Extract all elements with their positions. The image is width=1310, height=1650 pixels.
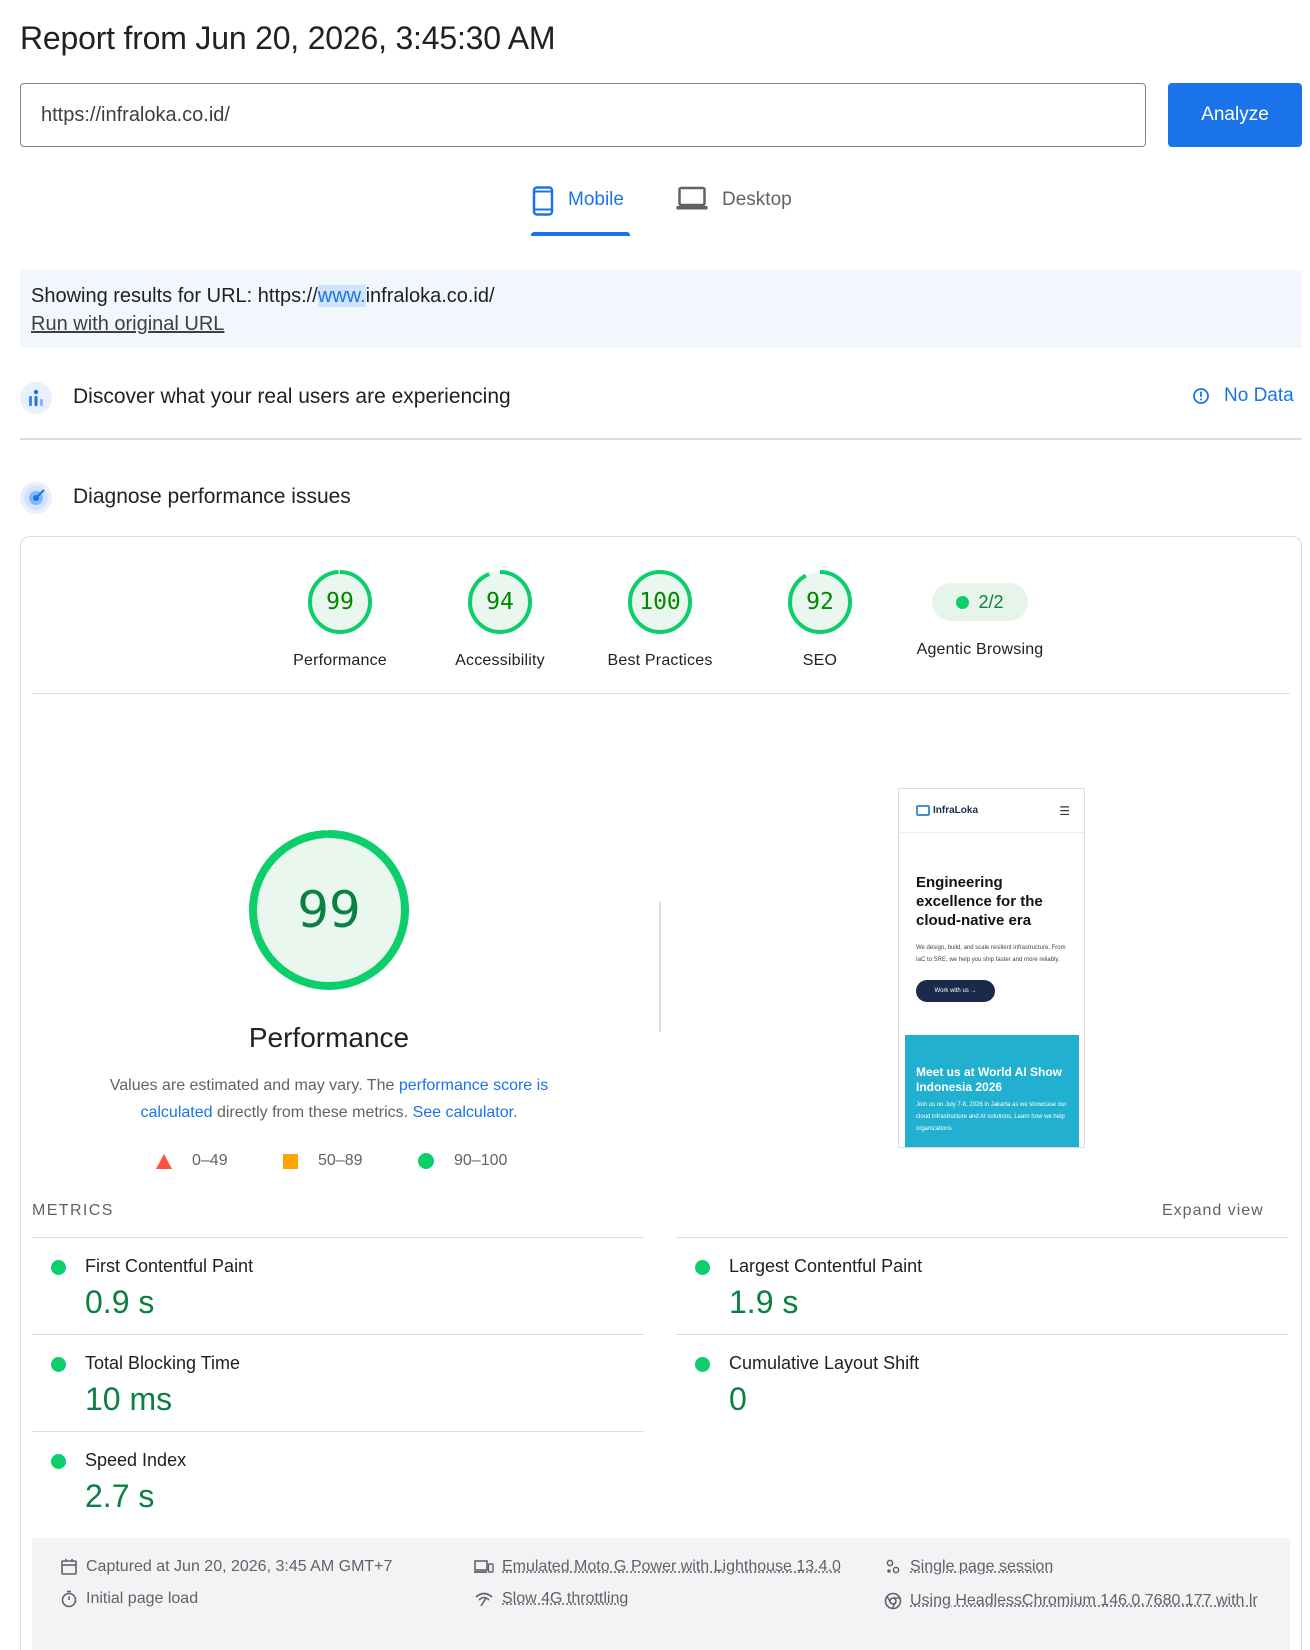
active-tab-indicator — [531, 232, 630, 236]
tab-mobile[interactable]: Mobile — [532, 186, 630, 236]
square-icon — [283, 1153, 298, 1169]
pass-dot-icon — [695, 1260, 710, 1275]
url-highlight: www. — [317, 285, 366, 307]
screenshot-promo: Meet us at World AI Show Indonesia 2026 … — [905, 1035, 1079, 1147]
metric-si: Speed Index 2.7 s — [32, 1432, 644, 1528]
laptop-icon — [676, 186, 708, 210]
metric-lcp: Largest Contentful Paint 1.9 s — [676, 1238, 1288, 1334]
runtime-throttling[interactable]: Slow 4G throttling — [474, 1586, 628, 1612]
score-gauge-accessibility[interactable]: 94 Accessibility — [420, 568, 580, 670]
stopwatch-icon — [61, 1590, 77, 1608]
signal-icon — [475, 1592, 493, 1607]
runtime-device[interactable]: Emulated Moto G Power with Lighthouse 13… — [474, 1554, 841, 1580]
metric-value: 2.7 s — [85, 1478, 155, 1514]
field-data-title: Discover what your real users are experi… — [73, 385, 511, 408]
url-input-value: https://infraloka.co.id/ — [41, 103, 230, 126]
metric-tbt: Total Blocking Time 10 ms — [32, 1335, 644, 1431]
calendar-icon — [61, 1559, 77, 1575]
metric-name: First Contentful Paint — [85, 1256, 254, 1276]
analyze-button[interactable]: Analyze — [1168, 83, 1302, 147]
metric-fcp: First Contentful Paint 0.9 s — [32, 1238, 644, 1334]
runtime-session[interactable]: Single page session — [884, 1554, 1053, 1580]
screenshot-headline: Engineering excellence for the cloud-nat… — [916, 874, 1043, 929]
gauges-divider — [32, 693, 1290, 694]
agentic-pill: 2/2 — [932, 583, 1028, 621]
metric-name: Speed Index — [85, 1450, 187, 1470]
expand-view-toggle[interactable]: Expand view — [1162, 1202, 1264, 1220]
vertical-divider — [659, 902, 661, 1032]
screenshot-cta: Work with us → — [916, 980, 995, 1002]
performance-description: Values are estimated and may vary. The p… — [109, 1077, 549, 1121]
gauge-label: Best Practices — [607, 652, 713, 669]
section-divider — [20, 438, 1302, 440]
diagnose-icon — [20, 482, 52, 514]
banner-text: Showing results for URL: https://www.inf… — [31, 285, 495, 307]
devices-icon — [474, 1560, 494, 1573]
gauge-label: Accessibility — [455, 652, 545, 669]
see-calculator-link[interactable]: See calculator — [413, 1104, 514, 1121]
screenshot-hero: Engineering excellence for the cloud-nat… — [899, 833, 1084, 1002]
runtime-load: Initial page load — [60, 1586, 198, 1612]
gauge-label: Agentic Browsing — [916, 641, 1044, 658]
page-title: Report from Jun 20, 2026, 3:45:30 AM — [20, 20, 556, 56]
legend-fail: 0–49 — [156, 1152, 228, 1170]
score-gauge-agentic-browsing[interactable]: 2/2 Agentic Browsing — [900, 568, 1060, 659]
score-gauge-seo[interactable]: 92 SEO — [740, 568, 900, 670]
gauge-score: 94 — [486, 589, 514, 615]
runtime-captured: Captured at Jun 20, 2026, 3:45 AM GMT+7 — [60, 1554, 392, 1580]
triangle-icon — [156, 1153, 172, 1169]
tab-desktop[interactable]: Desktop — [676, 186, 792, 236]
tab-mobile-label: Mobile — [568, 189, 624, 210]
pass-dot-icon — [51, 1357, 66, 1372]
logo-mark-icon — [916, 805, 930, 816]
metric-name: Cumulative Layout Shift — [729, 1353, 920, 1373]
runtime-settings: Captured at Jun 20, 2026, 3:45 AM GMT+7 … — [32, 1538, 1290, 1650]
gauge-score: 100 — [639, 589, 681, 615]
info-icon — [1193, 388, 1209, 404]
runtime-browser[interactable]: Using HeadlessChromium 146.0.7680.177 wi… — [884, 1586, 1264, 1616]
screenshot-promo-text: Join us on July 7-8, 2026 in Jakarta as … — [916, 1102, 1067, 1132]
metric-value: 10 ms — [85, 1381, 173, 1417]
legend-pass: 90–100 — [418, 1152, 507, 1170]
metric-name: Total Blocking Time — [85, 1353, 241, 1373]
screenshot-logo: InfraLoka — [916, 805, 978, 816]
url-input[interactable]: https://infraloka.co.id/ — [20, 83, 1146, 147]
people-icon — [886, 1559, 900, 1574]
screenshot-promo-title: Meet us at World AI Show Indonesia 2026 — [916, 1065, 1063, 1094]
gauge-score: 92 — [806, 589, 834, 615]
chrome-icon — [884, 1592, 902, 1610]
score-gauge-best-practices[interactable]: 100 Best Practices — [580, 568, 740, 670]
gauge-label: SEO — [802, 652, 838, 669]
no-data-indicator[interactable]: No Data — [1192, 385, 1294, 407]
metric-value: 1.9 s — [729, 1284, 799, 1320]
screenshot-topbar: InfraLoka ☰ — [899, 789, 1084, 833]
metric-cls: Cumulative Layout Shift 0 — [676, 1335, 1288, 1431]
diagnose-title: Diagnose performance issues — [73, 485, 351, 508]
legend-average: 50–89 — [283, 1152, 363, 1170]
redirect-banner: Showing results for URL: https://www.inf… — [20, 270, 1302, 348]
run-original-url-link[interactable]: Run with original URL — [31, 313, 224, 335]
metrics-header: METRICS — [32, 1202, 114, 1219]
hamburger-menu-icon: ☰ — [1059, 803, 1070, 818]
score-gauge-performance[interactable]: 99 Performance — [260, 568, 420, 670]
performance-title: Performance — [248, 1022, 410, 1053]
metric-value: 0 — [729, 1381, 747, 1417]
no-data-label: No Data — [1224, 385, 1294, 406]
metric-value: 0.9 s — [85, 1284, 155, 1320]
final-screenshot[interactable]: InfraLoka ☰ Engineering excellence for t… — [898, 788, 1085, 1148]
performance-big-score: 99 — [297, 881, 361, 939]
pass-dot-icon — [956, 595, 970, 609]
circle-icon — [418, 1153, 434, 1169]
gauge-label: Performance — [293, 652, 387, 669]
pass-dot-icon — [51, 1454, 66, 1469]
field-data-icon — [20, 382, 52, 414]
metric-name: Largest Contentful Paint — [729, 1256, 923, 1276]
gauge-score: 99 — [326, 589, 354, 615]
agentic-value: 2/2 — [978, 591, 1004, 612]
smartphone-icon — [532, 186, 554, 216]
pass-dot-icon — [695, 1357, 710, 1372]
tab-desktop-label: Desktop — [722, 189, 792, 210]
screenshot-body: We design, build, and scale resilient in… — [916, 945, 1066, 963]
pass-dot-icon — [51, 1260, 66, 1275]
